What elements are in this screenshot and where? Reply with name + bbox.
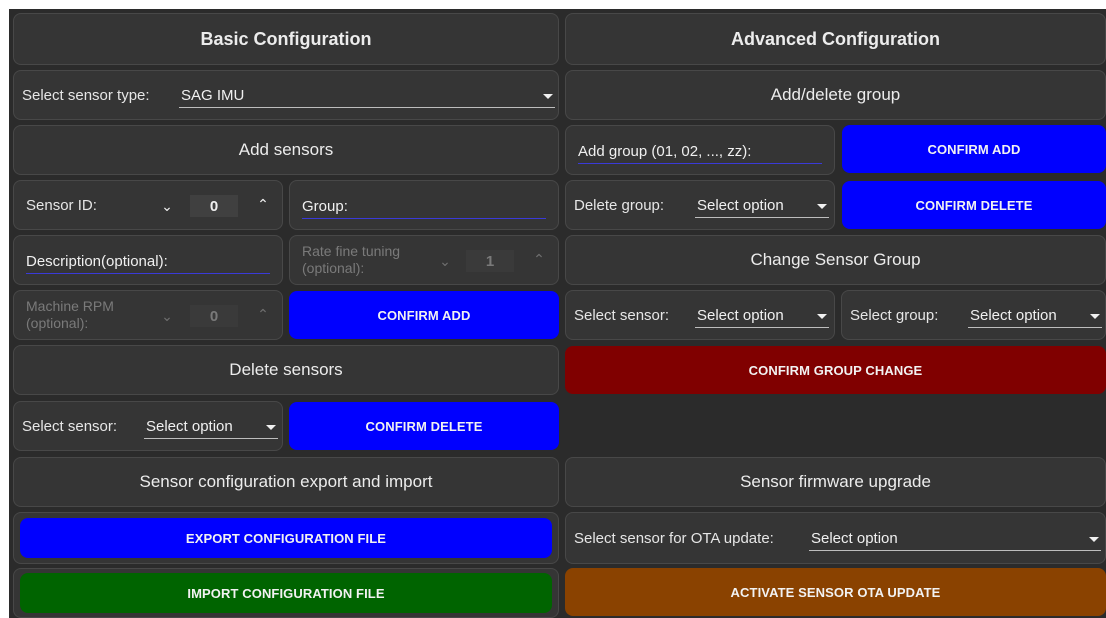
chevron-down-icon <box>266 424 276 430</box>
change-group-select[interactable]: Select option <box>968 304 1102 328</box>
increment-chevron-icon: ⌃ <box>533 251 545 267</box>
confirm-group-change-button[interactable]: CONFIRM GROUP CHANGE <box>565 346 1106 394</box>
machine-rpm-row: Machine RPM (optional): ⌄ 0 ⌃ <box>13 290 283 340</box>
change-sensor-label: Select sensor: <box>574 307 670 324</box>
description-input[interactable]: Description(optional): <box>26 250 270 274</box>
increment-chevron-icon[interactable]: ⌃ <box>256 197 270 211</box>
sensor-id-value[interactable]: 0 <box>190 195 238 217</box>
advanced-config-header: Advanced Configuration <box>565 13 1106 65</box>
delete-group-row: Delete group: Select option <box>565 180 835 230</box>
rate-tuning-value: 1 <box>466 250 514 272</box>
basic-config-title: Basic Configuration <box>200 28 372 49</box>
delete-sensor-label: Select sensor: <box>22 418 118 435</box>
confirm-add-group-button[interactable]: CONFIRM ADD <box>842 125 1106 173</box>
add-delete-group-title: Add/delete group <box>770 85 901 104</box>
basic-config-header: Basic Configuration <box>13 13 559 65</box>
change-sensor-row: Select sensor: Select option <box>565 290 835 340</box>
add-group-row: Add group (01, 02, ..., zz): <box>565 125 835 175</box>
export-import-title: Sensor configuration export and import <box>139 472 433 491</box>
decrement-chevron-icon: ⌄ <box>161 308 173 324</box>
chevron-down-icon <box>817 313 827 319</box>
add-sensors-title: Add sensors <box>238 140 334 159</box>
chevron-down-icon <box>817 203 827 209</box>
sensor-type-select[interactable]: SAG IMU <box>179 84 555 108</box>
sensor-id-row: Sensor ID: ⌄ 0 ⌃ <box>13 180 283 230</box>
delete-group-value: Select option <box>697 197 784 214</box>
change-group-header: Change Sensor Group <box>565 235 1106 285</box>
app-window: Basic Configuration Select sensor type: … <box>9 9 1106 618</box>
confirm-delete-sensor-button[interactable]: CONFIRM DELETE <box>289 402 559 450</box>
chevron-down-icon <box>543 93 553 99</box>
machine-rpm-label: Machine RPM (optional): <box>26 298 114 331</box>
group-placeholder: Group: <box>302 198 348 215</box>
change-group-title: Change Sensor Group <box>750 250 921 269</box>
ota-sensor-value: Select option <box>811 530 898 547</box>
ota-sensor-label: Select sensor for OTA update: <box>574 530 774 547</box>
rate-tuning-label: Rate fine tuning (optional): <box>302 243 401 276</box>
increment-chevron-icon: ⌃ <box>257 306 269 322</box>
sensor-type-row: Select sensor type: SAG IMU <box>13 70 559 120</box>
delete-group-select[interactable]: Select option <box>695 194 829 218</box>
change-sensor-select[interactable]: Select option <box>695 304 829 328</box>
add-sensors-header: Add sensors <box>13 125 559 175</box>
delete-sensors-title: Delete sensors <box>229 360 343 379</box>
add-delete-group-header: Add/delete group <box>565 70 1106 120</box>
change-sensor-value: Select option <box>697 307 784 324</box>
ota-row: Select sensor for OTA update: Select opt… <box>565 512 1106 564</box>
change-group-value: Select option <box>970 307 1057 324</box>
export-import-header: Sensor configuration export and import <box>13 457 559 507</box>
add-group-input[interactable]: Add group (01, 02, ..., zz): <box>578 140 822 164</box>
group-row: Group: <box>289 180 559 230</box>
activate-ota-button[interactable]: ACTIVATE SENSOR OTA UPDATE <box>565 568 1106 616</box>
sensor-type-value: SAG IMU <box>181 87 245 104</box>
sensor-id-label: Sensor ID: <box>26 197 97 214</box>
ota-sensor-select[interactable]: Select option <box>809 527 1101 551</box>
delete-sensors-header: Delete sensors <box>13 345 559 395</box>
change-group-label: Select group: <box>850 307 939 324</box>
advanced-config-title: Advanced Configuration <box>730 28 940 49</box>
rate-tuning-row: Rate fine tuning (optional): ⌄ 1 ⌃ <box>289 235 559 285</box>
machine-rpm-value: 0 <box>190 305 238 327</box>
confirm-delete-group-button[interactable]: CONFIRM DELETE <box>842 181 1106 229</box>
add-group-placeholder: Add group (01, 02, ..., zz): <box>578 143 752 160</box>
confirm-add-sensor-button[interactable]: CONFIRM ADD <box>289 291 559 339</box>
delete-sensor-value: Select option <box>146 418 233 435</box>
firmware-upgrade-header: Sensor firmware upgrade <box>565 457 1106 507</box>
decrement-chevron-icon[interactable]: ⌄ <box>160 199 174 213</box>
description-row: Description(optional): <box>13 235 283 285</box>
change-group-row: Select group: Select option <box>841 290 1106 340</box>
delete-sensor-row: Select sensor: Select option <box>13 401 283 451</box>
decrement-chevron-icon: ⌄ <box>439 253 451 269</box>
delete-group-label: Delete group: <box>574 197 665 214</box>
sensor-type-label: Select sensor type: <box>22 87 150 104</box>
import-row: IMPORT CONFIGURATION FILE <box>13 568 559 618</box>
description-placeholder: Description(optional): <box>26 253 168 270</box>
export-row: EXPORT CONFIGURATION FILE <box>13 512 559 564</box>
import-config-button[interactable]: IMPORT CONFIGURATION FILE <box>20 573 552 613</box>
chevron-down-icon <box>1089 536 1099 542</box>
firmware-upgrade-title: Sensor firmware upgrade <box>740 472 931 491</box>
delete-sensor-select[interactable]: Select option <box>144 415 278 439</box>
export-config-button[interactable]: EXPORT CONFIGURATION FILE <box>20 518 552 558</box>
chevron-down-icon <box>1090 313 1100 319</box>
group-input[interactable]: Group: <box>302 195 546 219</box>
